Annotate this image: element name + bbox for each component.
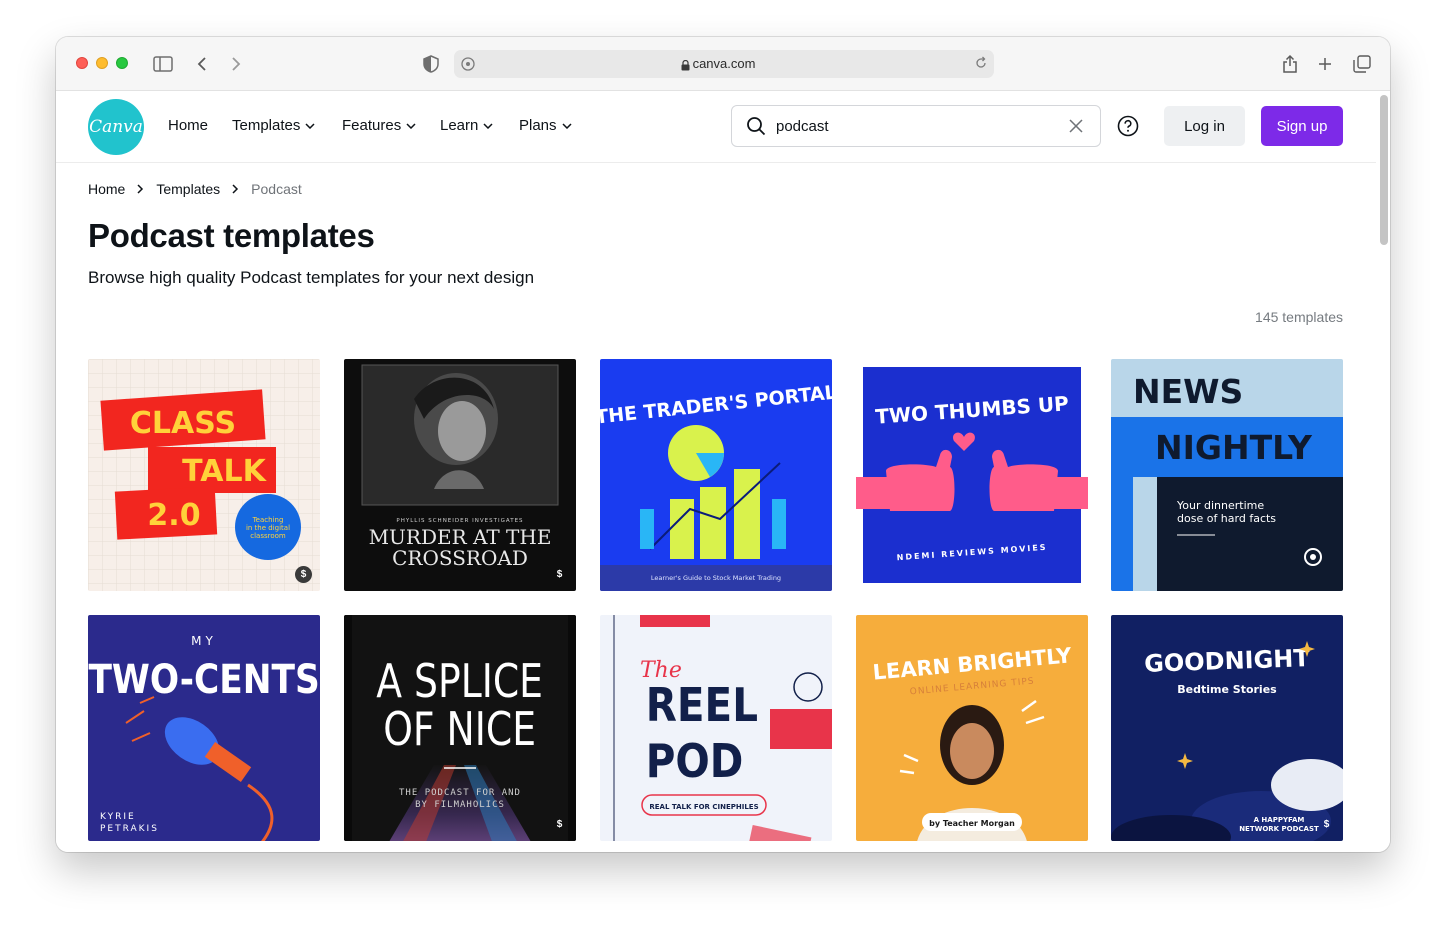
signup-button[interactable]: Sign up xyxy=(1261,106,1343,146)
template-card-my-two-cents[interactable]: MY TWO-CENTS KYRIE PETRAKIS xyxy=(88,615,320,841)
breadcrumb: Home Templates Podcast xyxy=(88,181,302,197)
top-navigation: Canva Home Templates Features Learn Plan… xyxy=(56,91,1376,163)
nav-plans-label: Plans xyxy=(519,117,557,134)
card-text: in the digital xyxy=(246,524,290,532)
breadcrumb-home[interactable]: Home xyxy=(88,181,125,197)
privacy-shield-icon[interactable] xyxy=(419,52,443,76)
search-icon xyxy=(746,116,766,141)
template-card-reel-pod[interactable]: The REEL POD REAL TALK FOR CINEPHILES xyxy=(600,615,832,841)
nav-home-label: Home xyxy=(168,117,209,134)
card-text: POD xyxy=(646,736,744,789)
card-text: classroom xyxy=(250,532,286,540)
template-card-murder-crossroad[interactable]: PHYLLIS SCHNEIDER INVESTIGATES MURDER AT… xyxy=(344,359,576,591)
breadcrumb-current: Podcast xyxy=(251,181,302,197)
nav-learn[interactable]: Learn xyxy=(440,117,493,134)
logo-text: Canva xyxy=(89,117,143,137)
login-button[interactable]: Log in xyxy=(1164,106,1245,146)
card-text: A HAPPYFAM xyxy=(1254,816,1305,824)
search-value: podcast xyxy=(776,118,829,135)
nav-plans[interactable]: Plans xyxy=(519,117,572,134)
card-text: THE PODCAST FOR AND xyxy=(399,788,521,798)
template-card-learn-brightly[interactable]: LEARN BRIGHTLY ONLINE LEARNING TIPS by T… xyxy=(856,615,1088,841)
back-icon[interactable] xyxy=(190,52,214,76)
nav-features[interactable]: Features xyxy=(342,117,416,134)
card-text: CROSSROAD xyxy=(392,546,528,570)
new-tab-icon[interactable] xyxy=(1313,52,1337,76)
premium-badge: $ xyxy=(295,566,312,583)
template-card-traders-portal[interactable]: THE TRADER'S PORTAL Learner's Guide to S… xyxy=(600,359,832,591)
nav-templates-label: Templates xyxy=(232,117,301,134)
card-text: TALK xyxy=(182,454,267,489)
card-text: REEL xyxy=(646,680,758,733)
sidebar-toggle-icon[interactable] xyxy=(151,52,175,76)
template-card-two-thumbs-up[interactable]: TWO THUMBS UP NDEMI REVIEWS MOVIES xyxy=(856,359,1088,591)
premium-badge: $ xyxy=(1323,819,1330,830)
tab-overview-icon[interactable] xyxy=(1350,52,1374,76)
card-text: REAL TALK FOR CINEPHILES xyxy=(649,803,758,811)
page-content: Canva Home Templates Features Learn Plan… xyxy=(56,91,1390,852)
breadcrumb-templates[interactable]: Templates xyxy=(156,181,220,197)
card-text: 2.0 xyxy=(147,498,200,533)
chevron-down-icon xyxy=(562,122,572,129)
card-text: Bedtime Stories xyxy=(1177,683,1277,696)
template-card-splice-of-nice[interactable]: A SPLICE OF NICE THE PODCAST FOR AND BY … xyxy=(344,615,576,841)
chevron-right-icon xyxy=(232,184,239,194)
card-text: BY FILMAHOLICS xyxy=(415,800,505,810)
page-title: Podcast templates xyxy=(88,217,375,254)
card-text: CLASS xyxy=(130,406,236,441)
reload-icon[interactable] xyxy=(974,56,988,75)
chevron-down-icon xyxy=(406,122,416,129)
card-text: MY xyxy=(191,634,217,648)
card-text: Teaching xyxy=(252,516,284,524)
close-icon[interactable] xyxy=(1068,118,1084,139)
address-bar[interactable]: canva.com xyxy=(454,50,994,78)
template-card-class-talk[interactable]: CLASS TALK 2.0 Teaching in the digital c… xyxy=(88,359,320,591)
template-card-news-nightly[interactable]: NEWS NIGHTLY Your dinnertime dose of har… xyxy=(1111,359,1343,591)
help-icon[interactable] xyxy=(1117,115,1139,142)
card-text: TWO-CENTS xyxy=(88,655,319,702)
card-text: KYRIE xyxy=(100,812,136,822)
premium-badge: $ xyxy=(556,569,563,580)
canva-logo[interactable]: Canva xyxy=(88,99,144,155)
zoom-window-button[interactable] xyxy=(116,57,128,69)
nav-home[interactable]: Home xyxy=(168,117,208,134)
card-text: NIGHTLY xyxy=(1155,428,1313,467)
template-count: 145 templates xyxy=(1255,309,1343,325)
premium-badge: $ xyxy=(556,819,563,830)
card-text: Learner's Guide to Stock Market Trading xyxy=(651,574,781,582)
card-text: dose of hard facts xyxy=(1177,512,1276,525)
nav-features-label: Features xyxy=(342,117,402,134)
chevron-down-icon xyxy=(305,122,315,129)
forward-icon[interactable] xyxy=(224,52,248,76)
template-card-goodnight[interactable]: GOODNIGHT Bedtime Stories A HAPPYFAM NET… xyxy=(1111,615,1343,841)
card-text: PHYLLIS SCHNEIDER INVESTIGATES xyxy=(396,518,523,524)
card-text: NEWS xyxy=(1133,372,1243,411)
nav-learn-label: Learn xyxy=(440,117,479,134)
card-text: GOODNIGHT xyxy=(1144,644,1311,678)
search-input[interactable]: podcast xyxy=(731,105,1101,147)
browser-titlebar: canva.com xyxy=(56,37,1390,91)
card-text: PETRAKIS xyxy=(100,824,159,834)
card-text: A SPLICE xyxy=(376,654,543,708)
card-text: OF NICE xyxy=(383,702,536,756)
card-text: NETWORK PODCAST xyxy=(1239,825,1319,833)
page-subtitle: Browse high quality Podcast templates fo… xyxy=(88,268,535,287)
nav-templates[interactable]: Templates xyxy=(232,117,315,134)
close-window-button[interactable] xyxy=(76,57,88,69)
url-text: canva.com xyxy=(692,56,756,71)
share-icon[interactable] xyxy=(1278,52,1302,76)
chevron-right-icon xyxy=(137,184,144,194)
browser-window: canva.com Canva Home Templates Features … xyxy=(56,37,1390,852)
minimize-window-button[interactable] xyxy=(96,57,108,69)
card-text: Your dinnertime xyxy=(1176,499,1264,512)
scrollbar[interactable] xyxy=(1380,95,1388,245)
chevron-down-icon xyxy=(483,122,493,129)
card-text: by Teacher Morgan xyxy=(929,819,1015,828)
